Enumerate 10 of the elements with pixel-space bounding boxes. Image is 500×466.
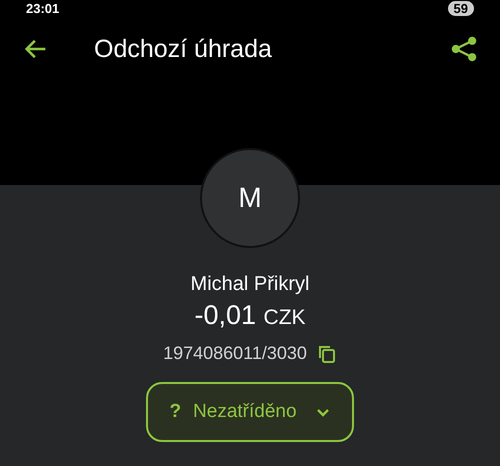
payee-name: Michal Přikryl <box>190 273 310 296</box>
account-number: 1974086011/3030 <box>163 343 307 364</box>
avatar: M <box>200 148 300 248</box>
share-icon[interactable] <box>450 35 478 63</box>
screen-title: Odchozí úhrada <box>94 34 273 64</box>
copy-icon[interactable] <box>316 344 337 364</box>
amount-text: -0,01 CZK <box>194 300 306 331</box>
status-time: 23:01 <box>26 0 60 16</box>
battery-indicator: 59 <box>448 0 474 16</box>
category-button[interactable]: ? Nezatříděno <box>146 382 354 442</box>
